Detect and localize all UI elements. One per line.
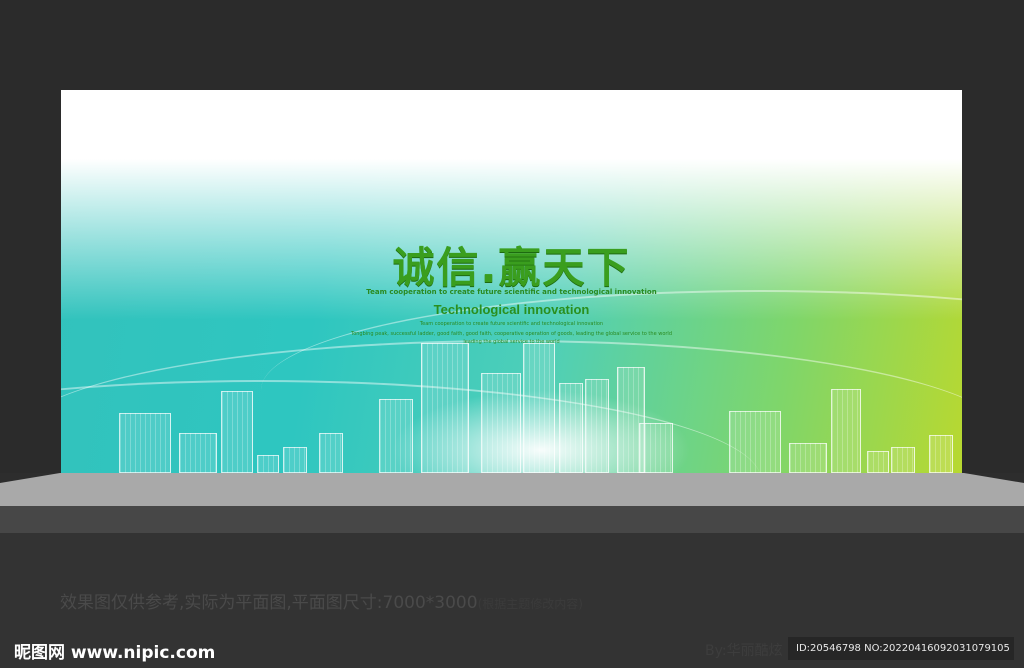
building	[319, 433, 343, 473]
disclaimer-faint: (根据主题修改内容)	[477, 597, 583, 611]
building	[179, 433, 217, 473]
body-line-2: Tongbing peak, successful ladder, good f…	[350, 331, 672, 337]
subtitle: Technological innovation	[433, 302, 590, 317]
building	[283, 447, 307, 473]
body-line-1: Team cooperation to create future scient…	[419, 321, 604, 327]
body-line-3: leading the global service to the world	[463, 339, 560, 345]
tagline-top: Team cooperation to create future scient…	[366, 288, 657, 296]
stage-platform-front	[0, 506, 1024, 533]
building	[867, 451, 889, 473]
building	[929, 435, 953, 473]
building	[729, 411, 781, 473]
building	[789, 443, 827, 473]
id-label: ID:20546798 NO:20220416092031079105	[788, 637, 1014, 660]
building	[221, 391, 253, 473]
author-credit: By:华丽酷炫	[705, 643, 783, 659]
disclaimer-text: 效果图仅供参考,实际为平面图,平面图尺寸:7000*3000	[60, 593, 478, 613]
stage-platform-top	[0, 473, 1024, 506]
building	[891, 447, 915, 473]
headline: 诚信.赢天下	[392, 243, 631, 292]
disclaimer-note: 效果图仅供参考,实际为平面图,平面图尺寸:7000*3000(根据主题修改内容)	[60, 588, 583, 613]
nipic-logo[interactable]: 昵图网 www.nipic.com	[14, 638, 215, 663]
building	[257, 455, 279, 473]
building	[831, 389, 861, 473]
display-board: 诚信.赢天下 Team cooperation to create future…	[61, 90, 962, 473]
building	[119, 413, 171, 473]
